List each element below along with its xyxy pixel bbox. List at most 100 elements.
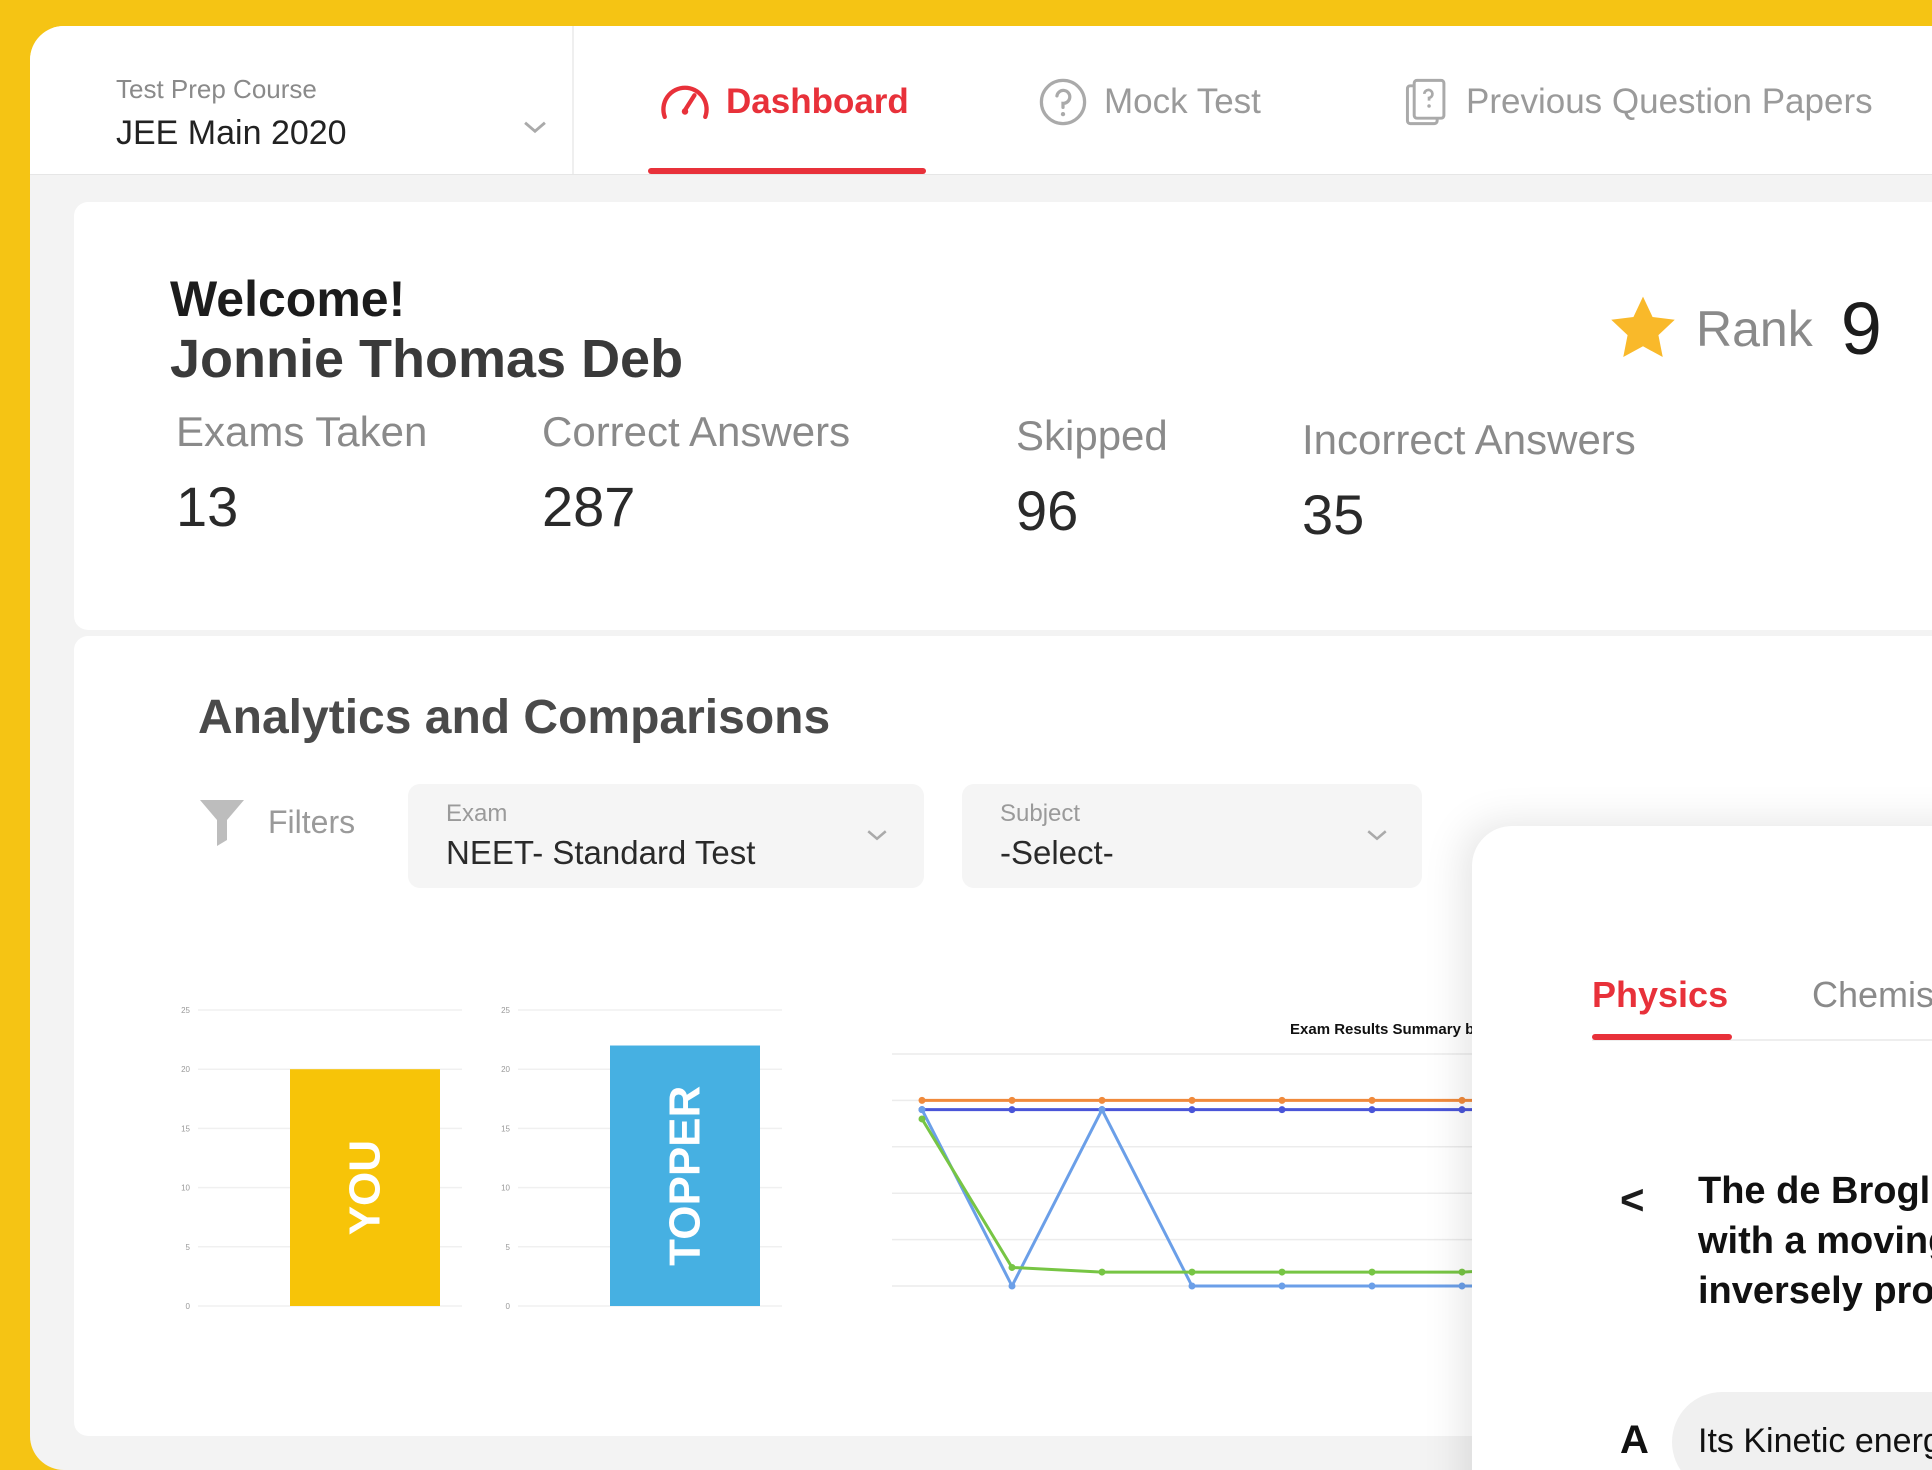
exam-select-label: Exam	[446, 800, 508, 827]
stat-value: 287	[542, 475, 636, 538]
data-point	[1368, 1282, 1376, 1290]
data-point	[1458, 1106, 1466, 1114]
option-letter: A	[1620, 1418, 1649, 1462]
y-tick-label: 5	[186, 1243, 191, 1252]
tab-dashboard[interactable]: Dashboard	[658, 72, 909, 132]
data-point	[1008, 1106, 1016, 1114]
course-value: JEE Main 2020	[116, 114, 347, 152]
star-icon	[1611, 296, 1675, 357]
question-text: The de Broglie with a moving inversely p…	[1698, 1166, 1932, 1316]
data-point	[1188, 1268, 1196, 1276]
divider	[572, 26, 574, 174]
question-line: inversely prop	[1698, 1270, 1932, 1312]
y-tick-label: 20	[181, 1065, 190, 1074]
series-line	[920, 1106, 1522, 1290]
data-point	[1188, 1106, 1196, 1114]
data-point	[1008, 1263, 1016, 1271]
data-point	[1368, 1096, 1376, 1104]
you-bar-chart: 0 5 10 15 20 25 YOU	[181, 1006, 462, 1311]
previous-question-button[interactable]: <	[1620, 1176, 1645, 1224]
tab-previous-question-papers-label: Previous Question Papers	[1466, 82, 1873, 121]
stat-exams-taken: Exams Taken 13	[176, 408, 427, 539]
y-tick-label: 20	[501, 1065, 510, 1074]
filter-icon	[200, 800, 244, 846]
question-circle-icon	[1039, 78, 1087, 126]
data-point	[1008, 1282, 1016, 1290]
question-paper-icon	[1405, 78, 1446, 126]
y-tick-label: 0	[186, 1302, 191, 1311]
filters-button[interactable]: Filters	[198, 796, 355, 848]
bar-label: TOPPER	[661, 1086, 710, 1266]
data-point	[1458, 1268, 1466, 1276]
y-tick-label: 10	[501, 1184, 510, 1193]
question-line: The de Broglie	[1698, 1170, 1932, 1212]
exam-select[interactable]: Exam NEET- Standard Test	[408, 784, 924, 888]
y-tick-label: 25	[501, 1006, 510, 1015]
subject-select-label: Subject	[1000, 800, 1081, 827]
stat-label: Exams Taken	[176, 408, 428, 455]
stat-label: Skipped	[1016, 412, 1168, 459]
data-point	[1278, 1106, 1286, 1114]
stat-value: 35	[1302, 483, 1365, 546]
tab-chemistry[interactable]: Chemistr	[1812, 974, 1932, 1016]
data-point	[1458, 1096, 1466, 1104]
data-point	[1188, 1282, 1196, 1290]
option-text: Its Kinetic energ	[1698, 1422, 1932, 1460]
data-point	[1098, 1106, 1106, 1114]
exam-select-value: NEET- Standard Test	[446, 834, 756, 871]
data-point	[918, 1096, 926, 1104]
stat-value: 13	[176, 475, 239, 538]
stat-correct-answers: Correct Answers 287	[542, 408, 850, 539]
data-point	[918, 1115, 926, 1123]
data-point	[1368, 1106, 1376, 1114]
stat-incorrect-answers: Incorrect Answers 35	[1302, 416, 1636, 547]
y-tick-label: 15	[501, 1124, 510, 1133]
active-subject-indicator	[1592, 1034, 1732, 1040]
chevron-down-icon	[867, 830, 887, 841]
chevron-down-icon	[1367, 830, 1387, 841]
data-point	[1008, 1096, 1016, 1104]
tab-dashboard-label: Dashboard	[726, 82, 909, 121]
option-a[interactable]: Its Kinetic energ	[1672, 1392, 1932, 1470]
course-selector[interactable]: Test Prep Course JEE Main 2020	[116, 48, 546, 158]
data-point	[1098, 1268, 1106, 1276]
stat-label: Correct Answers	[542, 408, 851, 455]
subject-select-value: -Select-	[1000, 834, 1114, 871]
tab-mock-test-label: Mock Test	[1104, 82, 1261, 121]
speedometer-icon	[661, 85, 709, 120]
y-tick-label: 5	[506, 1243, 511, 1252]
subject-select[interactable]: Subject -Select-	[962, 784, 1422, 888]
data-point	[1098, 1096, 1106, 1104]
chart-title: Exam Results Summary by	[1290, 1021, 1483, 1038]
bar-label: YOU	[341, 1140, 390, 1235]
data-point	[1278, 1282, 1286, 1290]
tab-mock-test[interactable]: Mock Test	[1036, 72, 1261, 132]
tab-physics[interactable]: Physics	[1592, 974, 1728, 1016]
y-tick-label: 15	[181, 1124, 190, 1133]
course-label: Test Prep Course	[116, 74, 317, 104]
y-tick-label: 25	[181, 1006, 190, 1015]
y-tick-label: 10	[181, 1184, 190, 1193]
results-line-chart: Exam Results Summary by	[892, 1021, 1522, 1290]
y-tick-label: 0	[506, 1302, 511, 1311]
question-line: with a moving	[1698, 1220, 1932, 1262]
welcome-card: Welcome! Jonnie Thomas Deb Rank 9 Exams …	[74, 202, 1932, 630]
active-tab-indicator	[648, 168, 926, 174]
rank-display: Rank 9	[1606, 286, 1882, 371]
data-point	[1188, 1096, 1196, 1104]
chevron-down-icon	[524, 121, 546, 134]
stat-skipped: Skipped 96	[1016, 412, 1168, 543]
series-line	[920, 1118, 1522, 1274]
rank-value: 9	[1840, 287, 1882, 370]
data-point	[1458, 1282, 1466, 1290]
app-window: Test Prep Course JEE Main 2020 Dashboard…	[30, 26, 1932, 1470]
tab-previous-question-papers[interactable]: Previous Question Papers	[1398, 72, 1873, 132]
question-panel: Physics Chemistr < The de Broglie with a…	[1472, 826, 1932, 1470]
top-bar: Test Prep Course JEE Main 2020 Dashboard…	[30, 26, 1932, 175]
filters-label: Filters	[268, 803, 356, 840]
rank-label: Rank	[1696, 300, 1813, 357]
stat-label: Incorrect Answers	[1302, 416, 1636, 463]
user-name: Jonnie Thomas Deb	[170, 329, 684, 389]
welcome-heading: Welcome!	[170, 271, 406, 327]
data-point	[1278, 1096, 1286, 1104]
